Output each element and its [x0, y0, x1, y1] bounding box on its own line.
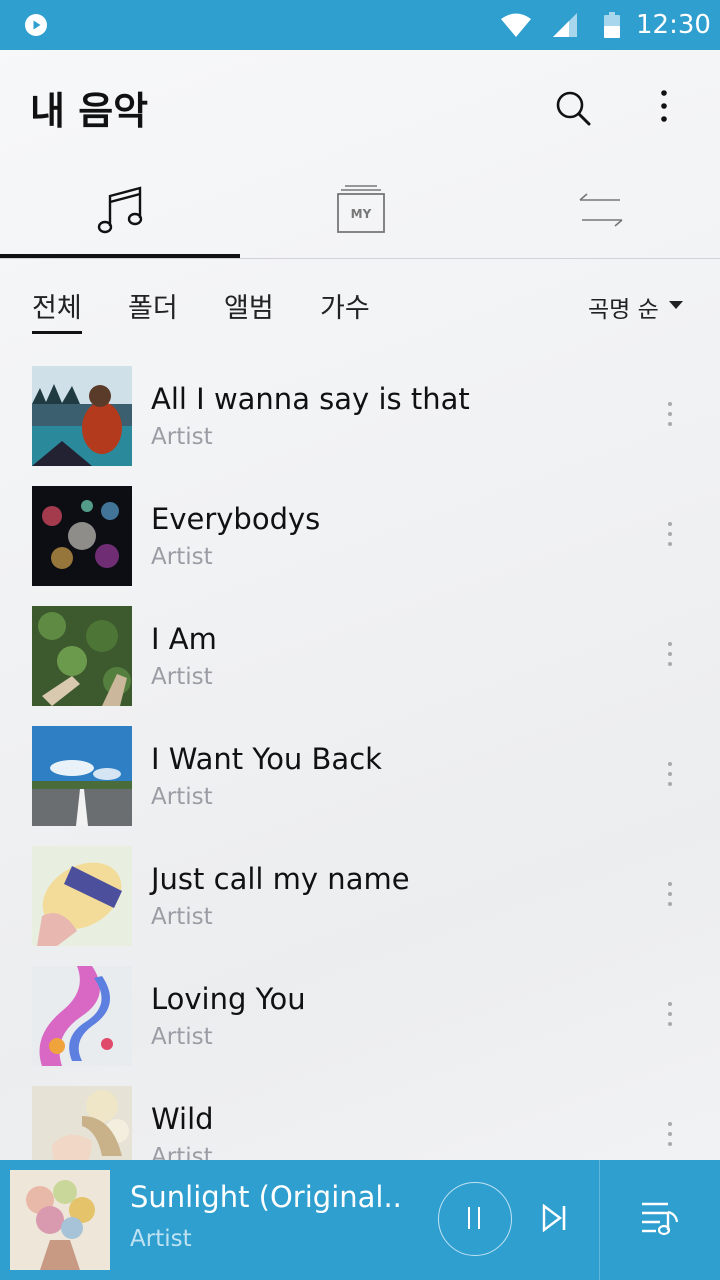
- more-vert-icon[interactable]: [662, 518, 678, 550]
- app-bar: 내 음악: [0, 50, 720, 160]
- status-time: 12:30: [636, 10, 711, 40]
- song-artist: Artist: [151, 544, 213, 570]
- song-row[interactable]: I Want You Back Artist: [0, 720, 720, 840]
- main-tabs: MY: [0, 160, 720, 259]
- status-bar: 12:30: [0, 0, 720, 50]
- more-vert-icon[interactable]: [662, 998, 678, 1030]
- my-playlist-icon: MY: [337, 185, 385, 233]
- song-title: Loving You: [151, 982, 306, 1016]
- filter-bar: 전체 폴더 앨범 가수 곡명 순: [0, 270, 720, 340]
- song-title: I Am: [151, 622, 217, 656]
- now-playing-title: Sunlight (Original..: [130, 1180, 402, 1214]
- more-vert-icon[interactable]: [662, 878, 678, 910]
- my-label: MY: [351, 207, 372, 221]
- more-vert-icon[interactable]: [662, 1118, 678, 1150]
- more-vert-icon[interactable]: [662, 758, 678, 790]
- song-artist: Artist: [151, 664, 213, 690]
- song-title: All I wanna say is that: [151, 382, 470, 416]
- song-row[interactable]: Everybodys Artist: [0, 480, 720, 600]
- song-artist: Artist: [151, 904, 213, 930]
- album-art: [32, 966, 132, 1066]
- filter-album[interactable]: 앨범: [224, 286, 274, 325]
- search-icon[interactable]: [555, 90, 591, 126]
- album-art: [32, 486, 132, 586]
- now-playing-artist: Artist: [130, 1226, 192, 1252]
- album-art: [32, 846, 132, 946]
- tab-indicator: [0, 254, 240, 258]
- pause-icon: [468, 1207, 480, 1229]
- more-vert-icon[interactable]: [662, 638, 678, 670]
- caret-down-icon[interactable]: [668, 300, 684, 310]
- filter-artist[interactable]: 가수: [320, 286, 370, 325]
- page-title: 내 음악: [30, 89, 149, 133]
- transfer-arrows-icon: [579, 193, 623, 227]
- battery-icon: [604, 12, 620, 38]
- skip-next-icon[interactable]: [542, 1204, 568, 1232]
- song-row[interactable]: All I wanna say is that Artist: [0, 360, 720, 480]
- music-note-icon: [97, 186, 143, 234]
- song-row[interactable]: I Am Artist: [0, 600, 720, 720]
- song-title: I Want You Back: [151, 742, 382, 776]
- tab-songs[interactable]: [0, 160, 240, 258]
- play-app-icon: [25, 14, 47, 36]
- song-row[interactable]: Loving You Artist: [0, 960, 720, 1080]
- now-playing-art: [10, 1170, 110, 1270]
- song-title: Everybodys: [151, 502, 321, 536]
- song-artist: Artist: [151, 424, 213, 450]
- album-art: [32, 726, 132, 826]
- song-artist: Artist: [151, 1144, 213, 1160]
- wifi-icon: [501, 13, 531, 37]
- song-list: All I wanna say is that Artist Everybody…: [0, 360, 720, 1160]
- pause-button[interactable]: [438, 1182, 512, 1256]
- album-art: [32, 1086, 132, 1160]
- sort-dropdown[interactable]: 곡명 순: [588, 290, 659, 324]
- tab-transfer[interactable]: [480, 160, 720, 258]
- signal-icon: [553, 13, 577, 37]
- song-title: Just call my name: [151, 862, 410, 896]
- album-art: [32, 366, 132, 466]
- more-vert-icon[interactable]: [662, 398, 678, 430]
- more-vert-icon[interactable]: [650, 88, 678, 124]
- song-row[interactable]: Just call my name Artist: [0, 840, 720, 960]
- song-title: Wild: [151, 1102, 214, 1136]
- filter-folder[interactable]: 폴더: [128, 286, 178, 325]
- queue-icon[interactable]: [640, 1200, 680, 1236]
- song-artist: Artist: [151, 784, 213, 810]
- mini-player[interactable]: Sunlight (Original.. Artist: [0, 1160, 720, 1280]
- tab-my[interactable]: MY: [240, 160, 480, 258]
- song-row[interactable]: Wild Artist: [0, 1080, 720, 1160]
- player-divider: [599, 1160, 600, 1280]
- album-art: [32, 606, 132, 706]
- song-artist: Artist: [151, 1024, 213, 1050]
- filter-all[interactable]: 전체: [32, 286, 82, 334]
